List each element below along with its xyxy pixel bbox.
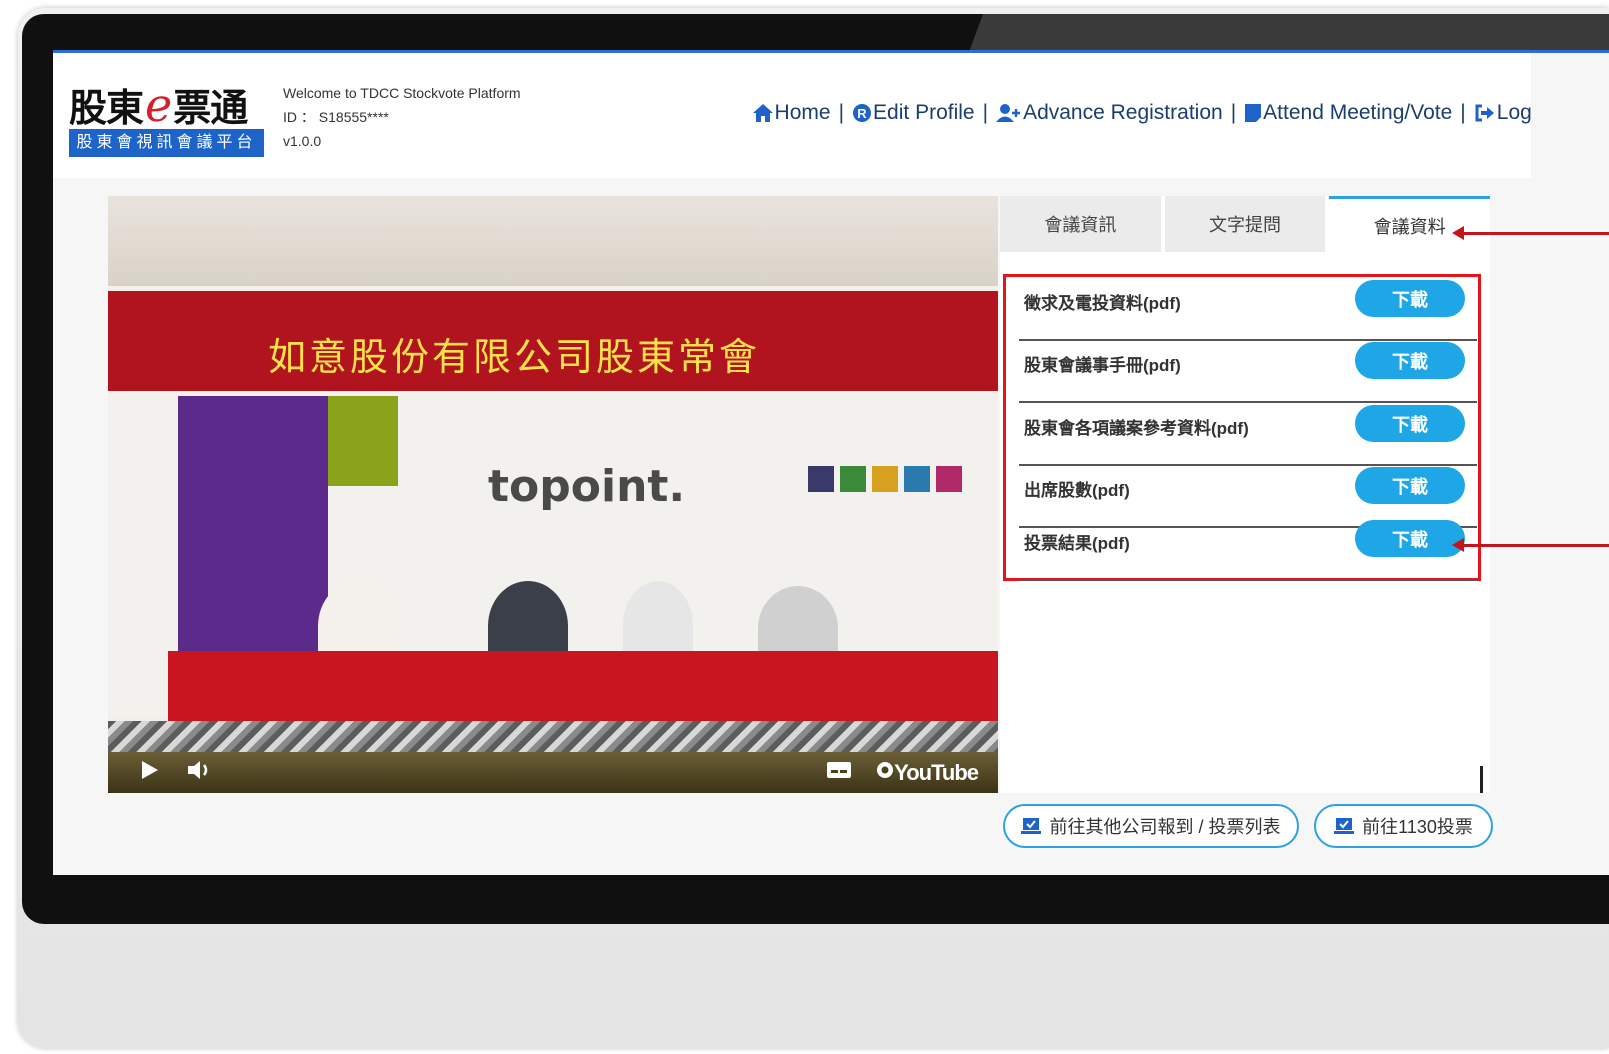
page-header: 股東e票通 股東會視訊會議平台 Welcome to TDCC Stockvot… [53, 53, 1561, 178]
document-row: 徵求及電投資料(pdf) 下載 [1019, 277, 1477, 341]
home-icon [752, 103, 774, 123]
welcome-text: Welcome to TDCC Stockvote Platform [283, 85, 521, 101]
meeting-side-panel: 會議資訊 文字提問 會議資料 徵求及電投資料(pdf) 下載 股東會議事手冊(p… [1000, 196, 1491, 793]
room-logo-squares [808, 466, 962, 492]
welcome-info: Welcome to TDCC Stockvote Platform ID ： … [283, 81, 521, 153]
logo-title: 股東e票通 [69, 77, 248, 132]
nav-separator: | [1460, 101, 1466, 124]
nav-home[interactable]: Home [752, 101, 831, 125]
nav-attend-meeting[interactable]: Attend Meeting/Vote [1244, 101, 1452, 125]
logo-title-part: 票通 [173, 85, 248, 130]
tab-meeting-materials[interactable]: 會議資料 [1329, 196, 1491, 252]
document-row: 股東會議事手冊(pdf) 下載 [1019, 339, 1477, 403]
document-label: 股東會各項議案參考資料(pdf) [1024, 419, 1249, 438]
other-company-vote-label: 前往其他公司報到 / 投票列表 [1049, 817, 1281, 837]
vote-1130-button[interactable]: 前往1130投票 [1314, 804, 1493, 848]
youtube-logo[interactable]: YouTube [894, 760, 979, 786]
stockvote-logo[interactable]: 股東e票通 股東會視訊會議平台 [69, 77, 264, 159]
volume-icon[interactable] [186, 759, 214, 787]
captions-icon[interactable] [826, 759, 852, 787]
document-label: 出席股數(pdf) [1024, 481, 1130, 500]
meeting-video-player[interactable]: 如意股份有限公司股東常會 topoint. YouTube [108, 196, 998, 793]
version-text: v1.0.0 [283, 133, 322, 149]
svg-text:R: R [857, 106, 867, 121]
vote-box-icon [1021, 817, 1042, 835]
other-company-vote-button[interactable]: 前往其他公司報到 / 投票列表 [1003, 804, 1299, 848]
room-logo: topoint. [488, 461, 686, 512]
nav-attend-meeting-label: Attend Meeting/Vote [1263, 101, 1453, 124]
add-user-icon [996, 103, 1022, 123]
download-button[interactable]: 下載 [1355, 520, 1465, 557]
video-table [168, 651, 998, 726]
video-controls: YouTube [108, 752, 998, 793]
nav-edit-profile-label: Edit Profile [873, 101, 975, 124]
download-button[interactable]: 下載 [1355, 342, 1465, 379]
nav-advance-registration-label: Advance Registration [1023, 101, 1223, 124]
settings-icon[interactable] [874, 759, 896, 787]
panel-tabs: 會議資訊 文字提問 會議資料 [1000, 196, 1491, 252]
document-icon [1244, 103, 1262, 123]
document-row: 投票結果(pdf) 下載 [1019, 517, 1477, 581]
download-button[interactable]: 下載 [1355, 405, 1465, 442]
download-button[interactable]: 下載 [1355, 280, 1465, 317]
nav-separator: | [982, 101, 989, 124]
nav-edit-profile[interactable]: R Edit Profile [852, 101, 975, 125]
top-nav: Home | R Edit Profile | Advance Registra… [752, 101, 1561, 125]
video-ceiling [108, 196, 998, 286]
download-button[interactable]: 下載 [1355, 467, 1465, 504]
nav-advance-registration[interactable]: Advance Registration [996, 101, 1223, 125]
nav-separator: | [838, 101, 845, 124]
registered-icon: R [852, 103, 872, 123]
logo-e-mark: e [145, 78, 172, 132]
tab-text-question[interactable]: 文字提問 [1164, 196, 1330, 252]
screen-edge [1531, 53, 1609, 875]
document-label: 股東會議事手冊(pdf) [1024, 356, 1181, 375]
document-label: 徵求及電投資料(pdf) [1024, 294, 1181, 313]
screen: 股東e票通 股東會視訊會議平台 Welcome to TDCC Stockvot… [53, 50, 1609, 875]
documents-list: 徵求及電投資料(pdf) 下載 股東會議事手冊(pdf) 下載 股東會各項議案參… [1003, 274, 1481, 581]
video-wall-green [328, 396, 398, 486]
logo-subtitle: 股東會視訊會議平台 [69, 129, 264, 157]
nav-separator: | [1230, 101, 1237, 124]
annotation-arrow-download [1452, 538, 1609, 552]
nav-home-label: Home [774, 101, 831, 124]
play-icon[interactable] [140, 759, 160, 787]
logo-title-part: 股東 [69, 85, 144, 130]
vote-1130-label: 前往1130投票 [1362, 817, 1473, 837]
meeting-banner-title: 如意股份有限公司股東常會 [268, 335, 761, 379]
logout-icon [1474, 103, 1496, 123]
user-id: ID ： S18555**** [283, 109, 389, 125]
vote-box-icon [1334, 817, 1355, 835]
document-row: 股東會各項議案參考資料(pdf) 下載 [1019, 402, 1477, 466]
panel-divider [1480, 766, 1483, 793]
document-label: 投票結果(pdf) [1024, 534, 1130, 553]
bezel-highlight [969, 14, 1609, 52]
annotation-arrow-tab [1452, 226, 1609, 240]
tab-meeting-info[interactable]: 會議資訊 [1000, 196, 1165, 252]
